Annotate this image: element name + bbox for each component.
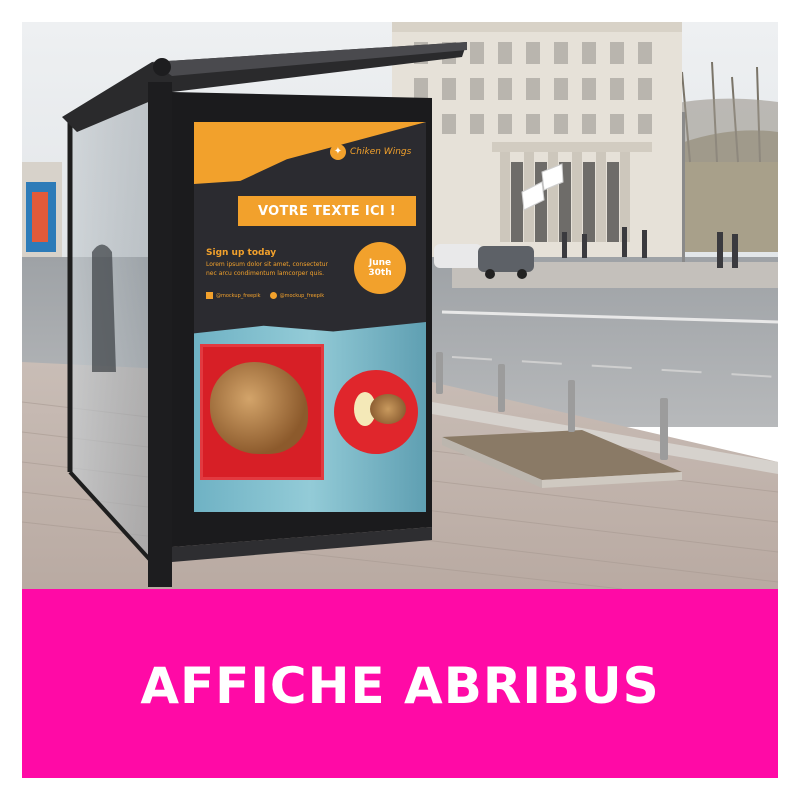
poster-food-photo xyxy=(194,322,426,512)
poster-date-month: June xyxy=(368,258,392,268)
poster-headline-bar: VOTRE TEXTE ICI ! xyxy=(238,196,416,226)
chicken-piece xyxy=(370,394,406,424)
poster-date-badge: June 30th xyxy=(354,242,406,294)
poster-brand-name: Chiken Wings xyxy=(350,147,412,157)
poster-social-2: @mockup_freepik xyxy=(279,292,325,299)
ad-poster: ✦ Chiken Wings VOTRE TEXTE ICI ! Sign up… xyxy=(194,122,426,512)
poster-subheading: Sign up today xyxy=(206,248,277,258)
poster-body-line-1: Lorem ipsum dolor sit amet, consectetur xyxy=(206,261,329,268)
poster-headline: VOTRE TEXTE ICI ! xyxy=(258,203,396,219)
twitter-icon xyxy=(269,292,277,299)
poster-body-line-2: nec arcu condimentum lamcorper quis. xyxy=(206,270,325,277)
facebook-icon xyxy=(206,292,213,299)
poster-socials: @mockup_freepik @mockup_freepik xyxy=(206,292,324,299)
title-banner: AFFICHE ABRIBUS xyxy=(22,589,778,778)
image-frame: ✦ Chiken Wings VOTRE TEXTE ICI ! Sign up… xyxy=(22,22,778,778)
poster-social-1: @mockup_freepik xyxy=(216,292,261,299)
poster-brand: ✦ Chiken Wings xyxy=(330,144,411,160)
chicken-logo-icon: ✦ xyxy=(330,144,346,160)
poster-date-day: 30th xyxy=(368,268,392,278)
banner-title: AFFICHE ABRIBUS xyxy=(140,656,660,715)
